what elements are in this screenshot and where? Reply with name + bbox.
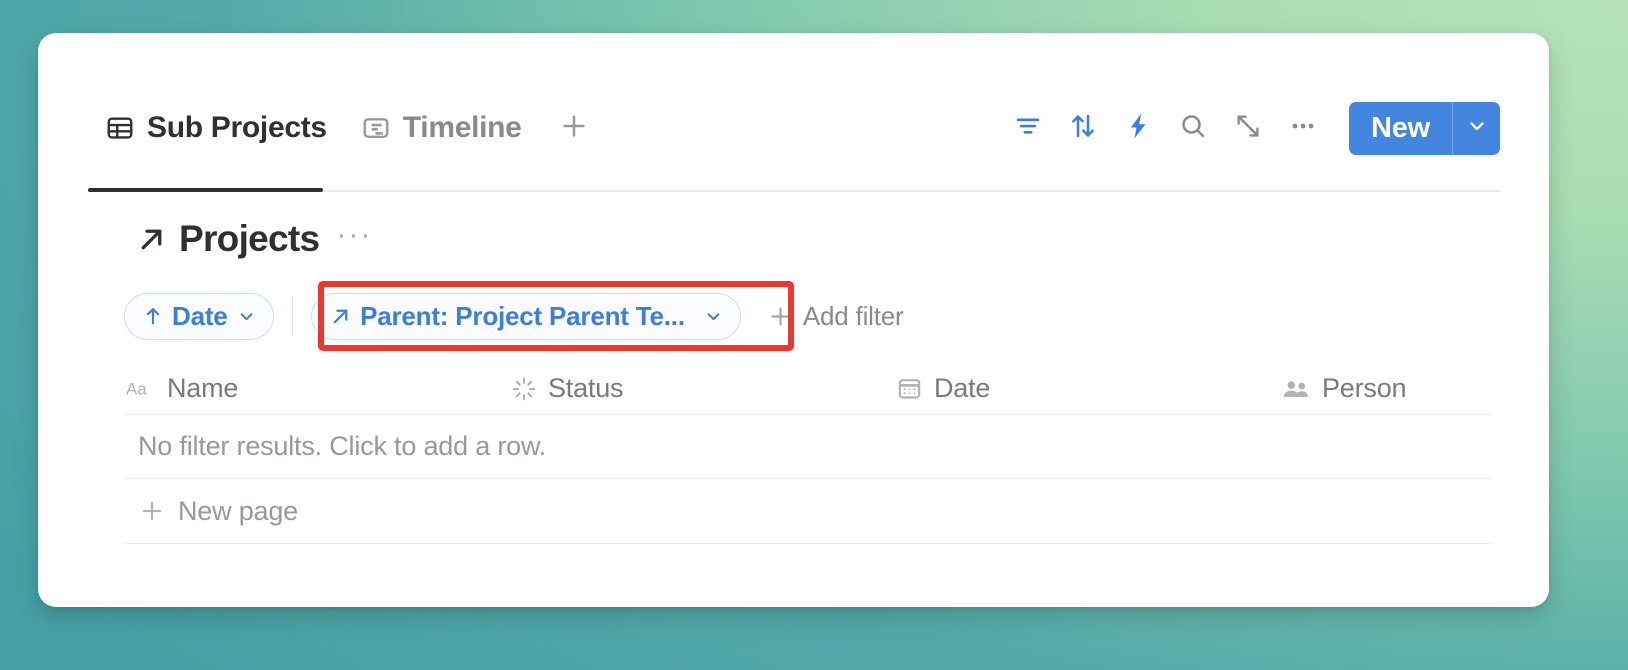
column-header-name-label: Name [167,373,239,403]
toolbar-actions: New [1001,101,1500,156]
people-icon [1281,376,1311,402]
column-header-status-label: Status [548,373,624,403]
chevron-down-icon [1465,114,1489,143]
new-page-label: New page [178,495,298,526]
text-aa-icon: Aa [126,377,156,401]
add-filter-label: Add filter [802,300,904,331]
filter-chip-label: Parent: Project Parent Te... [360,300,685,331]
arrow-up-icon [142,305,164,327]
plus-icon [558,110,590,147]
chevron-down-icon [236,306,257,327]
new-button-label: New [1370,111,1430,144]
database-table: Aa Name Status Date Person No filter res… [126,363,1490,544]
column-header-person-label: Person [1322,373,1407,403]
plus-icon [767,303,794,330]
chevron-down-icon [703,306,724,327]
tab-sub-projects[interactable]: Sub Projects [88,90,344,166]
new-dropdown-button[interactable] [1452,101,1500,155]
search-icon [1178,111,1208,146]
column-header-name[interactable]: Aa Name [126,363,511,415]
empty-state-text: No filter results. Click to add a row. [138,431,547,461]
expand-button[interactable] [1221,101,1276,156]
app-card: Sub Projects Timeline New Projects ··· D… [38,33,1549,607]
svg-text:Aa: Aa [126,379,147,398]
expand-icon [1233,111,1263,146]
database-more-button[interactable]: ··· [336,220,372,250]
table-icon [105,113,135,143]
plus-icon [138,497,166,525]
column-header-date[interactable]: Date [896,363,1281,415]
filter-icon [1013,111,1043,146]
chip-divider [291,296,294,336]
column-header-date-label: Date [934,373,991,403]
column-header-person[interactable]: Person [1281,363,1490,415]
column-header-status[interactable]: Status [511,363,896,415]
sort-chip-date[interactable]: Date [124,292,274,340]
tab-timeline[interactable]: Timeline [344,90,539,166]
status-spinner-icon [511,376,537,402]
arrow-up-right-icon [135,223,168,256]
add-view-button[interactable] [547,101,601,155]
filter-sort-chip-row: Date Parent: Project Parent Te... Add fi… [124,291,909,341]
timeline-icon [361,113,391,143]
table-header-row: Aa Name Status Date Person [126,363,1490,415]
database-title-row: Projects ··· [135,218,372,260]
search-button[interactable] [1166,101,1221,156]
automation-lightning-icon [1123,111,1153,146]
empty-state-row[interactable]: No filter results. Click to add a row. [126,415,1490,479]
sort-button[interactable] [1056,101,1111,156]
calendar-icon [896,375,923,402]
tab-sub-projects-label: Sub Projects [147,111,327,144]
new-button-group: New [1348,101,1500,155]
tab-timeline-label: Timeline [402,111,522,144]
automation-button[interactable] [1111,101,1166,156]
arrow-up-right-icon [329,305,352,328]
more-options-button[interactable] [1276,101,1331,156]
new-button[interactable]: New [1349,102,1452,155]
more-options-icon [1288,111,1318,146]
page-title: Projects [179,218,320,259]
active-tab-underline [88,188,323,192]
new-page-row[interactable]: New page [126,479,1490,544]
sort-icon [1068,111,1098,146]
view-toolbar: Sub Projects Timeline New [88,90,1500,166]
view-tabs: Sub Projects Timeline [88,90,601,166]
filter-chip-parent[interactable]: Parent: Project Parent Te... [311,292,741,340]
sort-chip-label: Date [172,300,228,331]
add-filter-button[interactable]: Add filter [761,293,910,340]
filter-button[interactable] [1001,101,1056,156]
